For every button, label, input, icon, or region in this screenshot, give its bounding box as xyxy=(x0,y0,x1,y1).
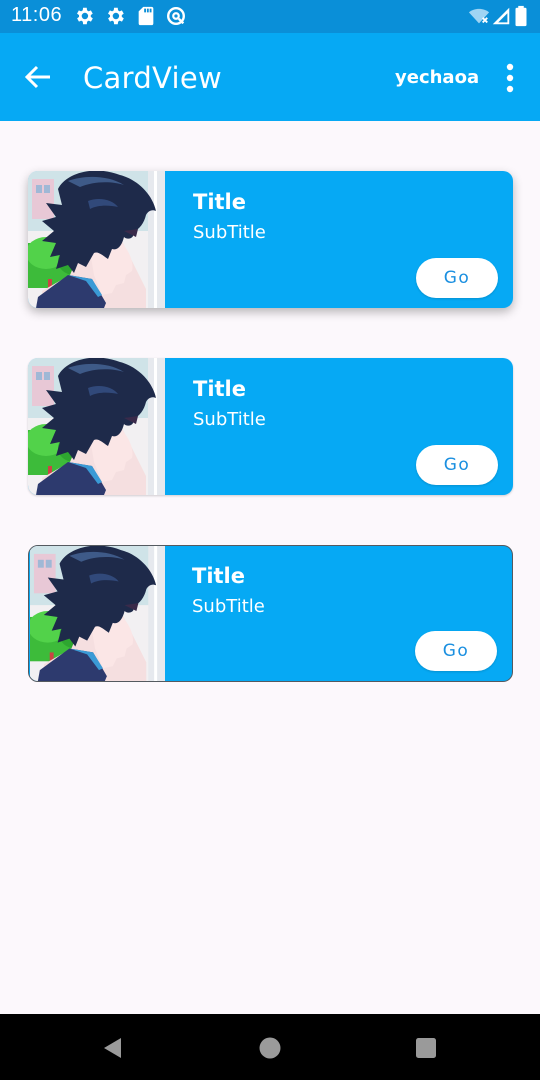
app-title: CardView xyxy=(83,61,223,95)
data-saver-icon xyxy=(165,5,187,27)
nav-recents-button[interactable] xyxy=(413,1035,439,1061)
settings-gear-icon xyxy=(104,5,126,27)
wifi-off-icon xyxy=(468,5,490,27)
overflow-menu-button[interactable] xyxy=(496,61,524,95)
card-subtitle: SubTitle xyxy=(192,596,265,617)
sd-card-icon xyxy=(135,5,157,27)
go-button[interactable]: Go xyxy=(415,631,497,671)
card-elevated[interactable]: Title SubTitle Go xyxy=(28,171,513,308)
battery-icon xyxy=(513,5,529,27)
nav-home-button[interactable] xyxy=(257,1035,283,1061)
status-bar: 11:06 xyxy=(0,0,540,33)
settings-gear-icon xyxy=(73,5,95,27)
card-subtitle: SubTitle xyxy=(193,222,266,243)
card-image xyxy=(28,171,165,308)
nav-home-icon xyxy=(257,1035,283,1061)
navigation-bar xyxy=(0,1014,540,1080)
status-time: 11:06 xyxy=(11,4,63,26)
card-subtitle: SubTitle xyxy=(193,409,266,430)
yechaoa-action[interactable]: yechaoa xyxy=(395,67,479,88)
signal-icon xyxy=(490,5,512,27)
back-button[interactable] xyxy=(18,57,58,97)
app-bar: CardView yechaoa xyxy=(0,33,540,121)
card-title: Title xyxy=(193,190,247,214)
arrow-back-icon xyxy=(18,57,58,97)
card-image xyxy=(28,358,165,495)
nav-recents-icon xyxy=(413,1035,439,1061)
card-flat[interactable]: Title SubTitle Go xyxy=(28,358,513,495)
card-image xyxy=(29,546,166,681)
card-title: Title xyxy=(192,564,246,588)
card-title: Title xyxy=(193,377,247,401)
card-outlined[interactable]: Title SubTitle Go xyxy=(28,545,513,682)
nav-back-button[interactable] xyxy=(100,1035,126,1061)
more-vert-icon xyxy=(496,61,524,95)
nav-back-icon xyxy=(100,1035,126,1061)
go-button[interactable]: Go xyxy=(416,258,498,298)
go-button[interactable]: Go xyxy=(416,445,498,485)
screen: 11:06 CardView yechaoa Title SubTitle Go… xyxy=(0,0,540,1080)
